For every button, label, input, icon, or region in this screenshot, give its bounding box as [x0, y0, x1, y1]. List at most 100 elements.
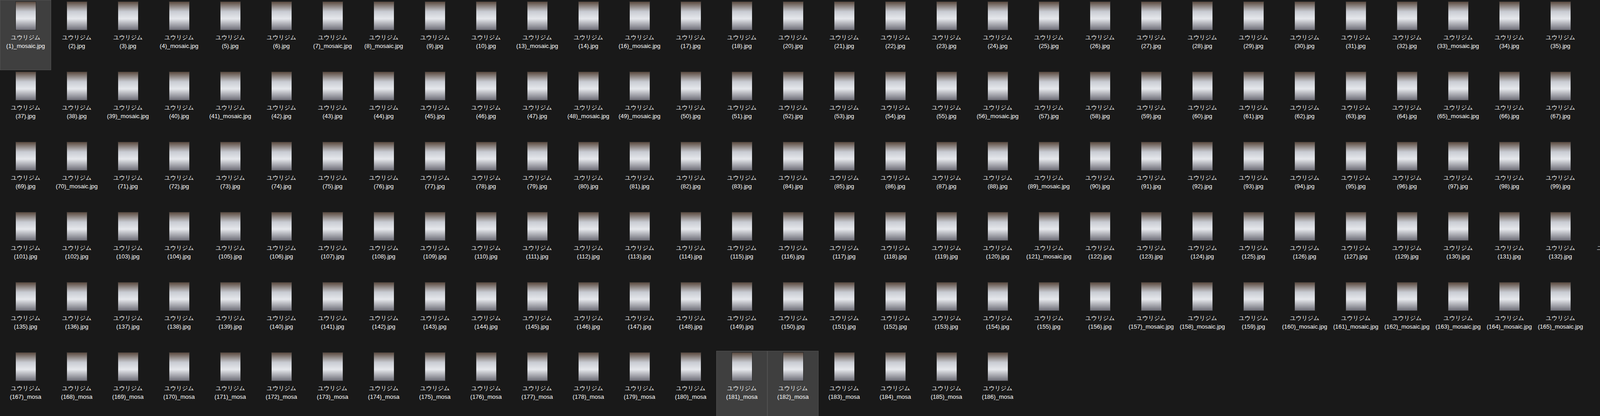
file-item[interactable]: ユウリジム (105).jpg — [204, 210, 256, 281]
file-name[interactable]: ユウリジム (171)_mosa — [206, 383, 254, 402]
thumbnail[interactable] — [1499, 141, 1520, 171]
thumbnail[interactable] — [1038, 282, 1060, 312]
file-name[interactable]: ユウリジム (160)_mosaic.jpg — [1281, 313, 1328, 331]
file-name[interactable]: ユウリジム (1)_mosaic.jpg — [2, 33, 49, 51]
file-name[interactable]: ユウリジム (72).jpg — [155, 173, 203, 191]
file-item[interactable]: ユウリジム (89)_mosaic.jpg — [1023, 140, 1075, 211]
thumbnail[interactable] — [15, 211, 37, 241]
thumbnail[interactable] — [1089, 282, 1111, 312]
thumbnail[interactable] — [1447, 141, 1469, 171]
file-name[interactable]: ユウリジム (110).jpg — [462, 243, 510, 261]
file-name[interactable]: ユウリジム (161)_mosaic.jpg — [1332, 313, 1380, 331]
file-name[interactable]: ユウリジム (40).jpg — [155, 103, 203, 121]
thumbnail[interactable] — [373, 211, 395, 241]
file-name[interactable]: ユウリジム (70)_mosaic.jpg — [53, 173, 101, 191]
file-name[interactable]: ユウリジム (168)_mosa — [53, 383, 101, 402]
file-name[interactable]: ユウリジム (152).jpg — [871, 313, 919, 331]
file-item[interactable]: ユウリジム (96).jpg — [1381, 140, 1433, 211]
thumbnail[interactable] — [1447, 71, 1469, 101]
file-name[interactable]: ユウリジム (98).jpg — [1485, 173, 1533, 191]
thumbnail[interactable] — [373, 282, 395, 312]
file-item[interactable]: ユウリジム (75).jpg — [306, 140, 359, 211]
thumbnail[interactable] — [1192, 1, 1213, 31]
file-item[interactable]: ユウリジム (103).jpg — [102, 210, 154, 281]
file-name[interactable]: ユウリジム (130).jpg — [1434, 243, 1482, 261]
file-name[interactable]: ユウリジム (115).jpg — [718, 243, 766, 261]
file-item[interactable]: ユウリジム (147).jpg — [613, 280, 666, 351]
file-item[interactable]: ユウリジム (52).jpg — [767, 70, 819, 141]
thumbnail[interactable] — [833, 1, 855, 31]
file-item[interactable]: ユウリジム (181)_mosa — [716, 350, 768, 416]
file-item[interactable]: ユウリジム (70)_mosaic.jpg — [51, 140, 103, 211]
file-name[interactable]: ユウリジム (157)_mosaic.jpg — [1127, 313, 1175, 331]
file-item[interactable]: ユウリジム (64).jpg — [1381, 70, 1433, 141]
file-name[interactable]: ユウリジム (103).jpg — [104, 243, 152, 261]
file-item[interactable]: ユウリジム (77).jpg — [409, 140, 461, 211]
file-item[interactable]: ユウリジム (40).jpg — [153, 70, 205, 141]
thumbnail[interactable] — [1294, 211, 1316, 241]
file-item[interactable]: ユウリジム (5).jpg — [204, 0, 256, 71]
file-name[interactable]: ユウリジム (145).jpg — [513, 313, 561, 331]
thumbnail[interactable] — [782, 282, 804, 312]
file-name[interactable]: ユウリジム (59).jpg — [1127, 103, 1175, 121]
file-item[interactable]: ユウリジム (162)_mosaic.jpg — [1381, 280, 1433, 351]
thumbnail[interactable] — [66, 282, 88, 312]
thumbnail[interactable] — [1345, 211, 1367, 241]
file-item[interactable]: ユウリジム (107).jpg — [306, 210, 359, 281]
file-name[interactable]: ユウリジム (158)_mosaic.jpg — [1178, 313, 1226, 331]
thumbnail[interactable] — [271, 211, 293, 241]
thumbnail[interactable] — [1089, 141, 1111, 171]
file-item[interactable]: ユウリジム (48)_mosaic.jpg — [562, 70, 614, 141]
file-name[interactable]: ユウリジム (13)_mosaic.jpg — [513, 33, 561, 51]
file-item[interactable]: ユウリジム (116).jpg — [767, 210, 819, 281]
file-name[interactable]: ユウリジム (138).jpg — [155, 313, 203, 331]
thumbnail[interactable] — [1550, 71, 1572, 101]
thumbnail[interactable] — [1447, 211, 1469, 241]
file-name[interactable]: ユウリジム (116).jpg — [769, 243, 817, 261]
thumbnail[interactable] — [680, 282, 702, 312]
file-name[interactable]: ユウリジム (186)_mosa — [974, 383, 1021, 402]
thumbnail[interactable] — [322, 282, 344, 312]
thumbnail[interactable] — [15, 71, 37, 101]
thumbnail[interactable] — [1550, 211, 1572, 241]
file-item[interactable]: ユウリジム (111).jpg — [511, 210, 563, 281]
file-name[interactable]: ユウリジム (111).jpg — [513, 243, 561, 261]
file-name[interactable]: ユウリジム (33)_mosaic.jpg — [1434, 33, 1482, 51]
file-item[interactable]: ユウリジム (42).jpg — [255, 70, 307, 141]
file-item[interactable]: ユウリジム (114).jpg — [665, 210, 717, 281]
file-item[interactable]: ユウリジム (168)_mosa — [51, 350, 103, 416]
file-name[interactable]: ユウリジム (148).jpg — [667, 313, 714, 331]
thumbnail[interactable] — [322, 71, 344, 101]
file-item[interactable]: ユウリジム (127).jpg — [1330, 210, 1382, 281]
file-item[interactable]: ユウリジム (146).jpg — [562, 280, 614, 351]
thumbnail[interactable] — [1243, 282, 1265, 312]
file-name[interactable]: ユウリジム (58).jpg — [1076, 103, 1124, 121]
file-item[interactable]: ユウリジム (33)_mosaic.jpg — [1432, 0, 1484, 71]
thumbnail[interactable] — [220, 141, 241, 171]
file-name[interactable]: ユウリジム (23).jpg — [923, 33, 970, 51]
file-item[interactable]: ユウリジム (130).jpg — [1432, 210, 1484, 281]
thumbnail[interactable] — [1550, 1, 1572, 31]
thumbnail[interactable] — [168, 282, 190, 312]
file-name[interactable]: ユウリジム (7)_mosaic.jpg — [309, 33, 356, 51]
file-item[interactable]: ユウリジム (46).jpg — [460, 70, 512, 141]
file-item[interactable]: ユウリジム (169)_mosa — [102, 350, 154, 416]
thumbnail[interactable] — [220, 352, 241, 382]
thumbnail[interactable] — [168, 352, 190, 382]
file-name[interactable]: ユウリジム (38).jpg — [53, 103, 101, 121]
file-name[interactable]: ユウリジム (54).jpg — [871, 103, 919, 121]
thumbnail[interactable] — [833, 352, 855, 382]
thumbnail[interactable] — [1499, 211, 1520, 241]
file-name[interactable]: ユウリジム (120).jpg — [974, 243, 1021, 261]
file-name[interactable]: ユウリジム (57).jpg — [1025, 103, 1073, 121]
file-item[interactable]: ユウリジム (109).jpg — [409, 210, 461, 281]
thumbnail[interactable] — [731, 71, 753, 101]
file-item[interactable]: ユウリジム (18).jpg — [716, 0, 768, 71]
file-item[interactable]: ユウリジム (152).jpg — [869, 280, 921, 351]
file-name[interactable]: ユウリジム (25).jpg — [1025, 33, 1073, 51]
thumbnail[interactable] — [629, 282, 651, 312]
thumbnail[interactable] — [271, 1, 293, 31]
thumbnail[interactable] — [1140, 211, 1162, 241]
file-item[interactable]: ユウリジム (83).jpg — [716, 140, 768, 211]
file-name[interactable]: ユウリジム (149).jpg — [718, 313, 766, 331]
